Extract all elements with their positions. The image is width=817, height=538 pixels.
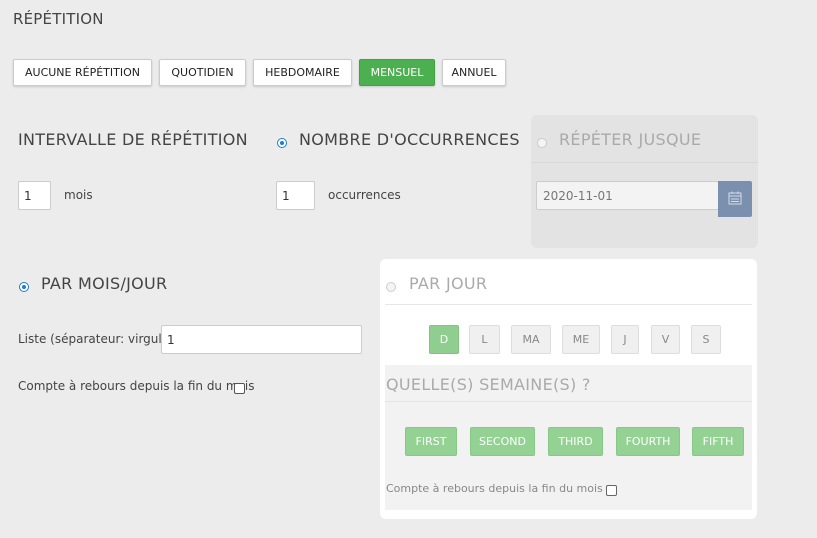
week-button-first[interactable]: FIRST [405,427,457,456]
tab-mensuel[interactable]: MENSUEL [359,59,435,86]
by-month-day-radio[interactable] [19,282,29,292]
day-button-me[interactable]: ME [562,325,600,354]
weeks-divider [385,401,752,402]
by-day-countdown-checkbox[interactable] [606,485,617,496]
repeat-until-radio[interactable] [537,138,547,148]
interval-input[interactable] [18,181,51,210]
countdown-label: Compte à rebours depuis la fin du mois [18,379,255,393]
tab-annuel[interactable]: ANNUEL [442,59,506,86]
occurrences-radio[interactable] [277,138,287,148]
week-button-fifth[interactable]: FIFTH [692,427,744,456]
day-button-v[interactable]: V [651,325,680,354]
interval-label: INTERVALLE DE RÉPÉTITION [18,130,248,149]
page-title: RÉPÉTITION [13,10,104,28]
week-button-second[interactable]: SECOND [470,427,535,456]
countdown-checkbox[interactable] [234,383,245,394]
day-button-s[interactable]: S [691,325,721,354]
tab-aucune-repetition[interactable]: AUCUNE RÉPÉTITION [13,59,152,86]
tab-quotidien[interactable]: QUOTIDIEN [159,59,246,86]
repeat-until-label: RÉPÉTER JUSQUE [559,130,702,149]
day-button-j[interactable]: J [611,325,639,354]
by-day-radio[interactable] [386,282,396,292]
by-day-label: PAR JOUR [409,274,488,293]
repeat-until-divider [531,162,758,163]
calendar-button[interactable] [718,181,752,217]
tab-hebdomaire[interactable]: HEBDOMAIRE [253,59,352,86]
day-button-l[interactable]: L [469,325,500,354]
repeat-until-date-input[interactable] [536,181,719,210]
day-button-ma[interactable]: MA [511,325,551,354]
week-button-fourth[interactable]: FOURTH [616,427,680,456]
interval-unit: mois [64,188,93,202]
by-month-day-label: PAR MOIS/JOUR [41,274,168,293]
by-day-divider [385,304,752,305]
weeks-label: QUELLE(S) SEMAINE(S) ? [386,375,591,394]
occurrences-unit: occurrences [328,188,401,202]
day-button-d[interactable]: D [429,325,459,354]
list-input[interactable] [161,325,362,354]
calendar-icon [728,190,742,209]
week-button-third[interactable]: THIRD [548,427,603,456]
occurrences-input[interactable] [276,181,315,210]
list-label: Liste (séparateur: virgule) [18,332,174,346]
by-day-countdown-label: Compte à rebours depuis la fin du mois [386,482,603,495]
occurrences-label: NOMBRE D'OCCURRENCES [299,130,520,149]
